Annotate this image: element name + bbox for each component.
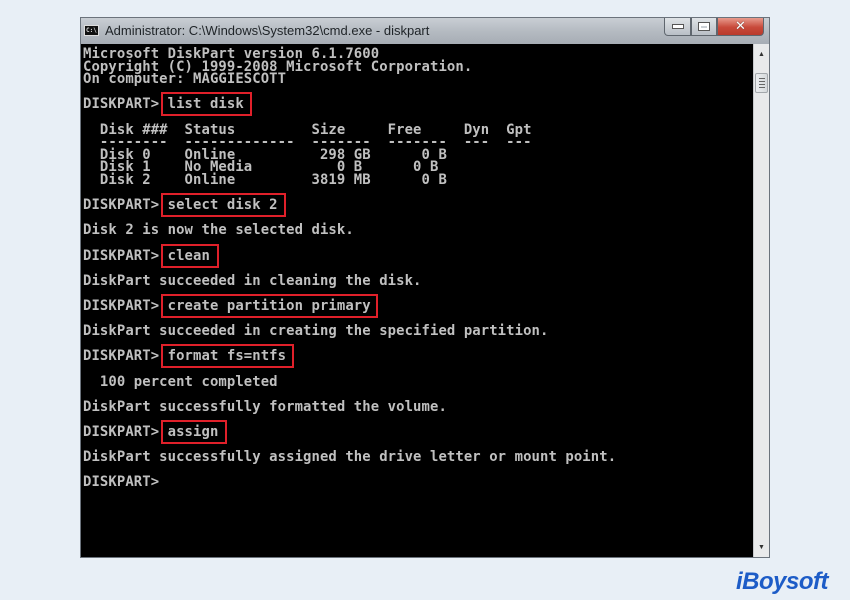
- scroll-down-arrow-icon[interactable]: ▼: [754, 539, 769, 555]
- output-line: DiskPart successfully formatted the volu…: [83, 398, 447, 415]
- command-highlight-box: [160, 294, 378, 318]
- command-highlight-box: [160, 92, 253, 117]
- window-controls: ✕: [664, 18, 764, 36]
- output-line: DiskPart successfully assigned the drive…: [83, 449, 617, 466]
- cmd-window: C:\ Administrator: C:\Windows\System32\c…: [80, 17, 770, 558]
- command-highlight-box: [160, 344, 295, 369]
- minimize-icon: [671, 24, 684, 29]
- window-title: Administrator: C:\Windows\System32\cmd.e…: [105, 23, 430, 38]
- maximize-button[interactable]: [691, 18, 717, 36]
- output-line: DISKPART>: [83, 474, 160, 491]
- cmd-icon: C:\: [84, 25, 99, 36]
- output-line: DiskPart succeeded in cleaning the disk.: [83, 272, 422, 289]
- output-line: DiskPart succeeded in creating the speci…: [83, 323, 549, 340]
- close-button[interactable]: ✕: [717, 18, 764, 36]
- scrollbar-thumb[interactable]: [755, 73, 768, 93]
- command-highlight-box: [160, 243, 219, 268]
- close-icon: ✕: [735, 19, 746, 34]
- minimize-button[interactable]: [664, 18, 691, 36]
- vertical-scrollbar[interactable]: ▲ ▼: [753, 44, 769, 557]
- command-highlight-box: [160, 193, 286, 218]
- output-line: 100 percent completed: [83, 373, 278, 390]
- output-line: Disk 2 is now the selected disk.: [83, 222, 354, 239]
- command-highlight-box: [160, 420, 228, 444]
- maximize-icon: [699, 23, 709, 30]
- scroll-up-arrow-icon[interactable]: ▲: [754, 46, 769, 62]
- output-line: On computer: MAGGIESCOTT: [83, 71, 287, 88]
- output-line: Disk 2 Online 3819 MB 0 B: [83, 172, 447, 188]
- console-output[interactable]: Microsoft DiskPart version 6.1.7600 Copyr…: [81, 44, 753, 557]
- iboysoft-logo: iBoysoft: [736, 568, 829, 595]
- title-bar[interactable]: C:\ Administrator: C:\Windows\System32\c…: [81, 18, 769, 44]
